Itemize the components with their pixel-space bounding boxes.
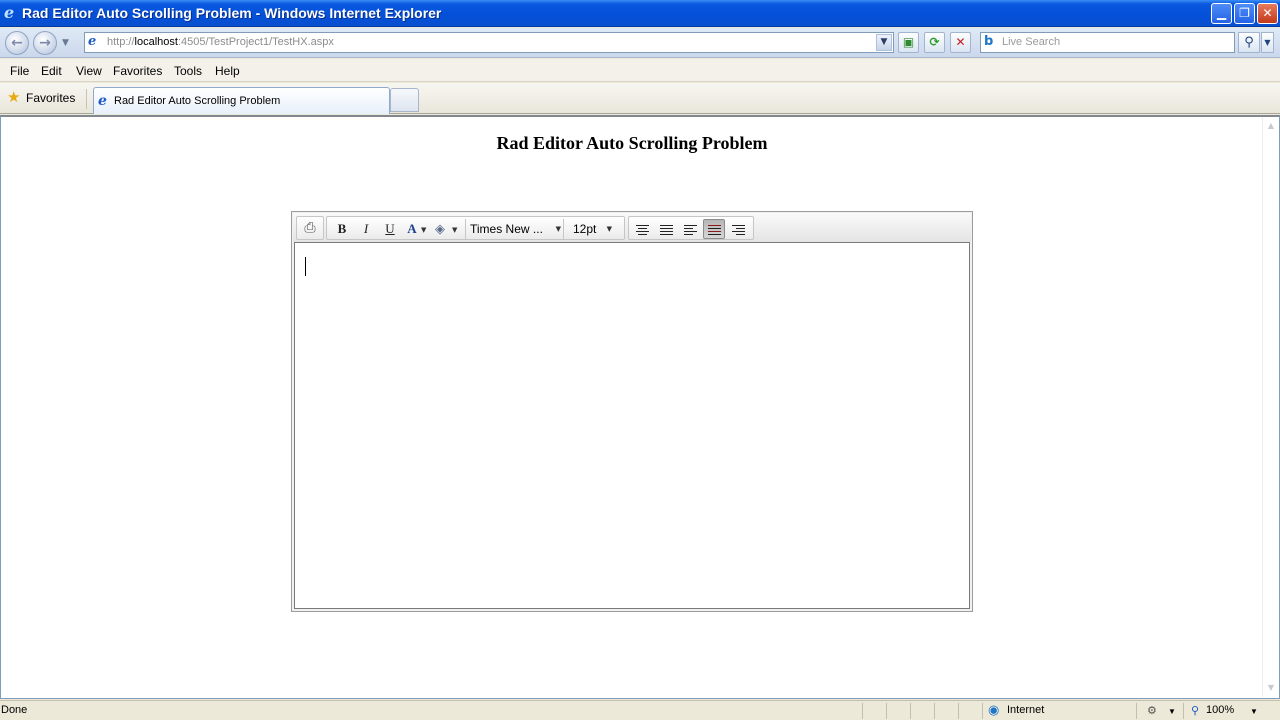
align-right-icon — [731, 224, 745, 236]
menu-tools[interactable]: Tools — [174, 64, 202, 78]
forecolor-button[interactable]: A — [401, 219, 423, 239]
recent-pages-dropdown-icon[interactable]: ▼ — [62, 38, 69, 48]
formatting-group: B I U A ▼ ◈ ▼ Times New ... ▼ 12pt ▼ — [326, 216, 625, 240]
backcolor-button[interactable]: ◈ — [429, 219, 451, 239]
alignment-group — [628, 216, 754, 240]
paint-bucket-icon: ◈ — [435, 221, 445, 236]
favorites-separator — [86, 89, 87, 109]
align-left-icon — [683, 224, 697, 236]
status-text: Done — [1, 704, 28, 716]
status-bar: Done ◉ Internet ⚙ ▼ ⚲ 100% ▼ — [0, 700, 1280, 720]
print-button[interactable]: ⎙ — [299, 219, 321, 239]
status-separator — [862, 703, 863, 719]
page-content: Rad Editor Auto Scrolling Problem ⎙ B I … — [0, 115, 1280, 699]
printer-icon: ⎙ — [304, 221, 316, 236]
status-separator — [910, 703, 911, 719]
address-dropdown-icon[interactable]: ▼ — [876, 34, 892, 51]
refresh-icon: ⟳ — [929, 35, 940, 49]
justify-full-icon — [707, 224, 721, 236]
editor-toolbar: ⎙ B I U A ▼ ◈ ▼ Times New ... ▼ 12pt ▼ — [293, 213, 971, 242]
menu-file[interactable]: File — [10, 64, 29, 78]
address-toolbar: ← → ▼ e http://localhost:4505/TestProjec… — [0, 28, 1280, 58]
align-center-icon — [635, 224, 649, 236]
editor-content-area[interactable] — [294, 242, 970, 609]
page-scrollbar[interactable]: ▲ ▼ — [1262, 117, 1279, 697]
stop-button[interactable]: ✕ — [950, 32, 971, 53]
restore-button[interactable]: ❐ — [1234, 3, 1255, 24]
zoom-icon: ⚲ — [1191, 705, 1200, 717]
favorites-bar: ★ Favorites e Rad Editor Auto Scrolling … — [0, 83, 1280, 114]
tab-label: Rad Editor Auto Scrolling Problem — [114, 95, 281, 107]
minimize-button[interactable]: ▁ — [1211, 3, 1232, 24]
status-separator — [1136, 703, 1137, 719]
magnifier-icon: ⚲ — [1244, 35, 1254, 50]
menu-help[interactable]: Help — [215, 64, 240, 78]
justify-icon — [659, 224, 673, 236]
back-button[interactable]: ← — [5, 31, 29, 55]
search-button[interactable]: ⚲ — [1238, 32, 1260, 53]
underline-button[interactable]: U — [379, 219, 401, 239]
font-name-select[interactable]: Times New ... ▼ — [465, 219, 563, 239]
live-search-icon: b — [984, 34, 994, 49]
compatibility-view-button[interactable]: ▣ — [898, 32, 919, 53]
chevron-down-icon[interactable]: ▼ — [1168, 707, 1176, 716]
scroll-up-icon[interactable]: ▲ — [1266, 121, 1276, 131]
font-size-value: 12pt — [573, 222, 597, 236]
print-group: ⎙ — [296, 216, 324, 240]
font-size-select[interactable]: 12pt ▼ — [563, 219, 614, 239]
italic-button[interactable]: I — [355, 219, 377, 239]
address-url[interactable]: http://localhost:4505/TestProject1/TestH… — [107, 36, 334, 48]
justify-full-button[interactable] — [703, 219, 725, 239]
bold-button[interactable]: B — [331, 219, 353, 239]
page-title: Rad Editor Auto Scrolling Problem — [496, 133, 768, 153]
menu-favorites[interactable]: Favorites — [113, 64, 162, 78]
search-input[interactable]: b Live Search — [980, 32, 1235, 53]
status-separator — [1183, 703, 1184, 719]
window-titlebar: e Rad Editor Auto Scrolling Problem - Wi… — [0, 0, 1280, 27]
star-icon: ★ — [7, 88, 21, 106]
close-button[interactable]: ✕ — [1257, 3, 1278, 24]
zoom-dropdown-icon[interactable]: ▼ — [1250, 707, 1258, 716]
tab-active[interactable]: e Rad Editor Auto Scrolling Problem — [93, 87, 390, 114]
protected-mode-icon[interactable]: ⚙ — [1147, 704, 1157, 717]
font-name-value: Times New ... — [470, 222, 543, 236]
align-center-button[interactable] — [631, 219, 653, 239]
chevron-down-icon: ▼ — [555, 225, 561, 233]
page-icon: e — [88, 34, 97, 49]
scroll-down-icon[interactable]: ▼ — [1266, 683, 1276, 693]
refresh-button[interactable]: ⟳ — [924, 32, 945, 53]
menu-edit[interactable]: Edit — [41, 64, 62, 78]
forward-button[interactable]: → — [33, 31, 57, 55]
new-tab-button[interactable] — [390, 88, 419, 112]
forward-arrow-icon: → — [39, 35, 51, 51]
address-input[interactable]: e http://localhost:4505/TestProject1/Tes… — [84, 32, 894, 53]
search-placeholder: Live Search — [1002, 36, 1061, 48]
favorites-label: Favorites — [26, 91, 76, 105]
stop-icon: ✕ — [955, 35, 966, 49]
search-options-dropdown[interactable]: ▼ — [1261, 32, 1274, 53]
back-arrow-icon: ← — [11, 35, 23, 51]
globe-icon: ◉ — [988, 702, 1000, 717]
window-title: Rad Editor Auto Scrolling Problem - Wind… — [22, 5, 442, 21]
rad-editor: ⎙ B I U A ▼ ◈ ▼ Times New ... ▼ 12pt ▼ — [291, 211, 973, 612]
status-separator — [934, 703, 935, 719]
justify-button[interactable] — [655, 219, 677, 239]
status-separator — [958, 703, 959, 719]
ie-logo-icon: e — [4, 3, 15, 22]
status-separator — [982, 703, 983, 719]
backcolor-dropdown-icon[interactable]: ▼ — [452, 226, 457, 234]
align-left-button[interactable] — [679, 219, 701, 239]
compatibility-icon: ▣ — [902, 35, 915, 49]
ie-page-icon: e — [98, 93, 107, 109]
security-zone: Internet — [1007, 704, 1045, 716]
chevron-down-icon: ▼ — [606, 225, 612, 233]
menu-view[interactable]: View — [76, 64, 102, 78]
align-right-button[interactable] — [727, 219, 749, 239]
forecolor-dropdown-icon[interactable]: ▼ — [421, 226, 426, 234]
menu-bar: File Edit View Favorites Tools Help — [0, 59, 1280, 82]
zoom-level[interactable]: 100% — [1206, 704, 1234, 716]
status-separator — [886, 703, 887, 719]
chevron-down-icon: ▼ — [1264, 38, 1271, 47]
text-caret — [305, 257, 306, 276]
